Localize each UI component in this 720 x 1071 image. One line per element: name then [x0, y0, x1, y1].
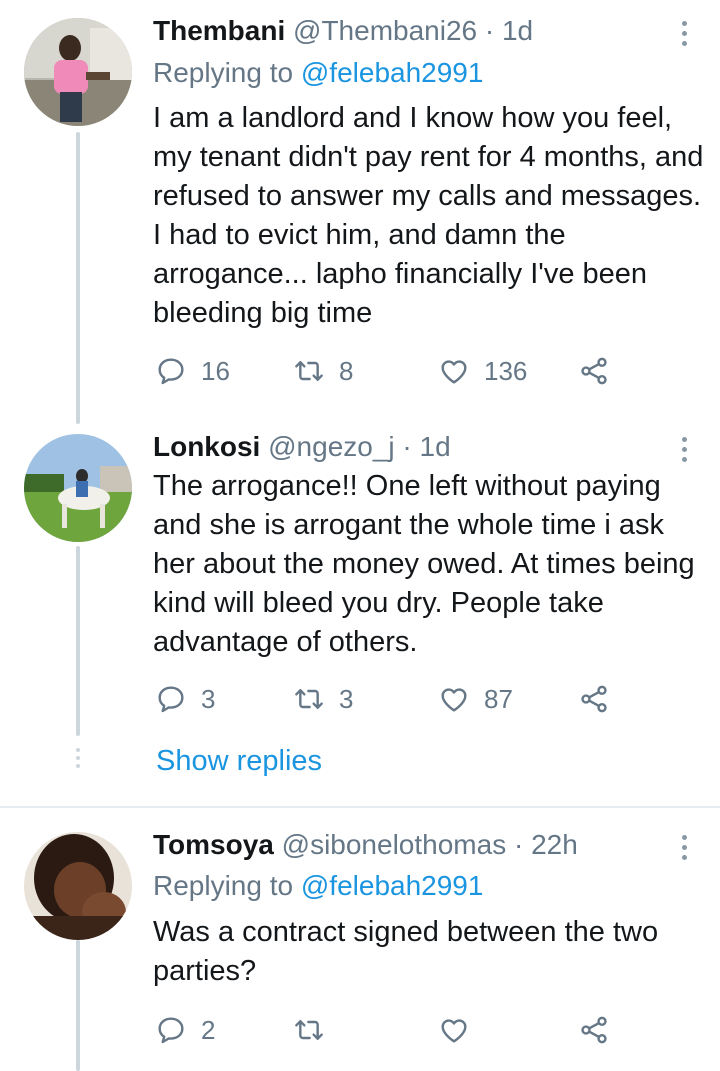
tweet-thembani[interactable]: Thembani @Thembani26 · 1d Replying to @f…: [0, 0, 720, 424]
avatar-thembani[interactable]: [24, 18, 132, 126]
timestamp[interactable]: 1d: [502, 15, 533, 46]
mention-link[interactable]: @felebah2991: [301, 57, 484, 88]
display-name[interactable]: Thembani: [153, 15, 285, 46]
avatar-tomsoya[interactable]: [24, 832, 132, 940]
more-vertical-icon[interactable]: [680, 21, 690, 51]
more-vertical-icon[interactable]: [680, 437, 690, 467]
like-button[interactable]: 136: [438, 351, 527, 391]
like-count: 136: [484, 355, 528, 386]
tweet-text: I am a landlord and I know how you feel,…: [153, 102, 704, 329]
replying-label: Replying to: [153, 57, 301, 88]
user-handle[interactable]: @sibonelothomas: [282, 829, 507, 860]
thread-dots: [76, 748, 80, 772]
retweet-button[interactable]: 3: [293, 679, 353, 719]
retweet-icon: [293, 355, 325, 387]
thread-line: [76, 546, 80, 736]
tweet-tomsoya[interactable]: Tomsoya @sibonelothomas · 22h Replying t…: [0, 808, 720, 1071]
replying-label: Replying to: [153, 870, 301, 901]
reply-icon: [155, 355, 187, 387]
show-replies-link[interactable]: Show replies: [156, 745, 322, 778]
heart-icon: [438, 355, 470, 387]
share-icon: [578, 1014, 610, 1046]
separator: ·: [402, 431, 412, 462]
thread-line: [76, 132, 80, 424]
separator: ·: [484, 15, 495, 46]
share-icon: [578, 355, 610, 387]
reply-icon: [155, 683, 187, 715]
retweet-count: 3: [339, 683, 354, 714]
like-button[interactable]: 87: [438, 679, 513, 719]
separator: ·: [513, 829, 524, 860]
timestamp[interactable]: 22h: [531, 829, 578, 860]
display-name[interactable]: Lonkosi: [153, 431, 260, 462]
reply-count: 2: [201, 1014, 216, 1045]
more-vertical-icon[interactable]: [680, 835, 690, 865]
like-count: 87: [484, 683, 513, 714]
tweet-text: The arrogance!! One left without paying …: [153, 470, 695, 658]
replying-to: Replying to @felebah2991: [153, 868, 483, 904]
timestamp[interactable]: 1d: [420, 431, 451, 462]
reply-icon: [155, 1014, 187, 1046]
share-button[interactable]: [578, 351, 610, 391]
retweet-count: 8: [339, 355, 354, 386]
tweet-header: Tomsoya @sibonelothomas · 22h: [153, 828, 578, 862]
tweet-header: Lonkosi @ngezo_j · 1d: [153, 430, 451, 464]
tweet-actions: 16 8 136: [155, 351, 625, 391]
share-button[interactable]: [578, 1010, 610, 1050]
tweet-header: Thembani @Thembani26 · 1d: [153, 14, 533, 48]
tweet-text: Was a contract signed between the two pa…: [153, 916, 659, 987]
reply-count: 16: [201, 355, 230, 386]
replying-to: Replying to @felebah2991: [153, 55, 483, 91]
retweet-button[interactable]: 8: [293, 351, 353, 391]
retweet-button[interactable]: [293, 1010, 339, 1050]
like-button[interactable]: [438, 1010, 484, 1050]
reply-button[interactable]: 3: [155, 679, 215, 719]
heart-icon: [438, 1014, 470, 1046]
avatar-lonkosi[interactable]: [24, 434, 132, 542]
reply-count: 3: [201, 683, 216, 714]
display-name[interactable]: Tomsoya: [153, 829, 274, 860]
mention-link[interactable]: @felebah2991: [301, 870, 484, 901]
share-icon: [578, 683, 610, 715]
tweet-actions: 3 3 87: [155, 679, 625, 719]
thread-line: [76, 940, 80, 1071]
heart-icon: [438, 683, 470, 715]
tweet-lonkosi[interactable]: Lonkosi @ngezo_j · 1d The arrogance!! On…: [0, 420, 720, 806]
retweet-icon: [293, 1014, 325, 1046]
tweet-actions: 2: [155, 1010, 625, 1050]
share-button[interactable]: [578, 679, 610, 719]
user-handle[interactable]: @Thembani26: [293, 15, 477, 46]
reply-button[interactable]: 16: [155, 351, 230, 391]
retweet-icon: [293, 683, 325, 715]
user-handle[interactable]: @ngezo_j: [268, 431, 395, 462]
reply-button[interactable]: 2: [155, 1010, 215, 1050]
